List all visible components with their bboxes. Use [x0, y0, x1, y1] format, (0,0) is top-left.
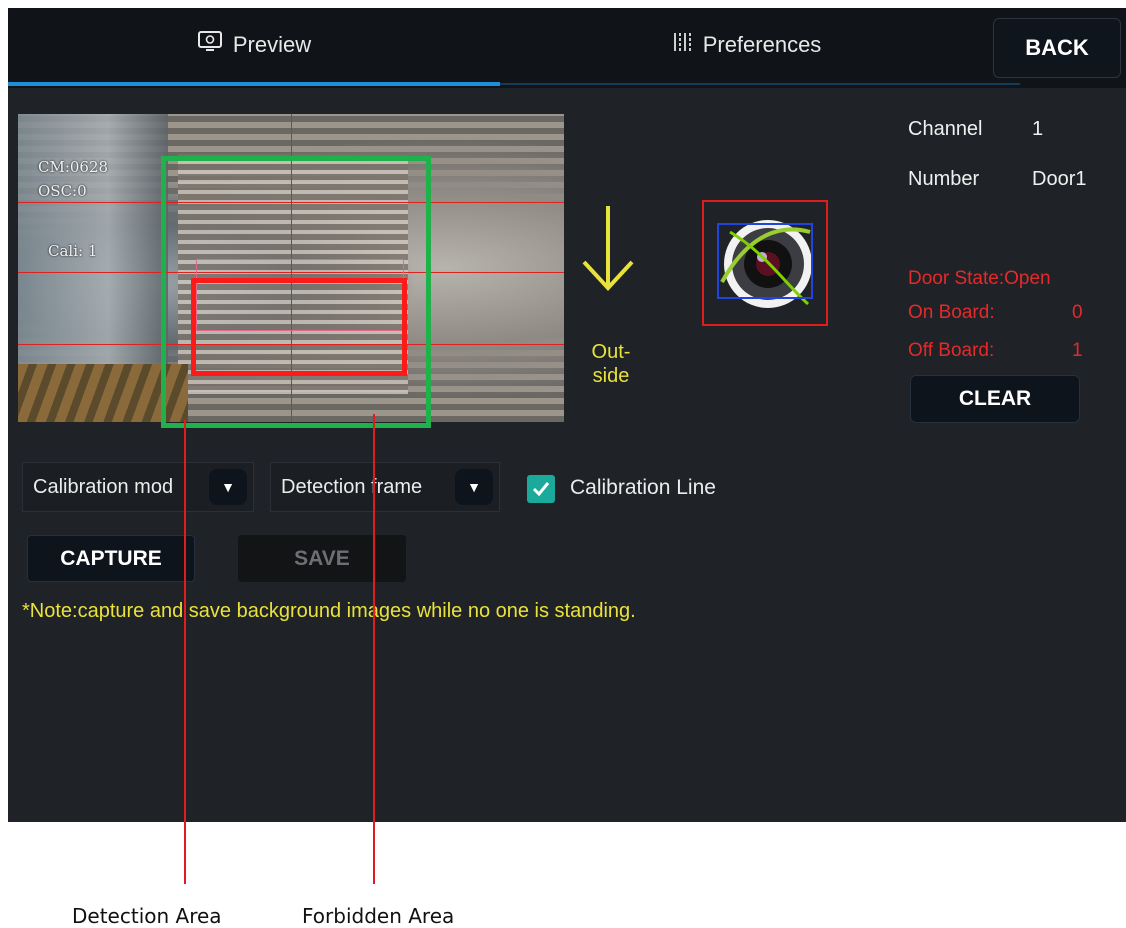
overlay-osc: OSC:0 [38, 182, 87, 200]
forbidden-area-frame[interactable] [191, 278, 407, 376]
forbidden-area-caption: Forbidden Area [302, 904, 455, 928]
calibration-line-checkbox[interactable] [527, 475, 555, 503]
logo-detection-box [717, 223, 813, 299]
tab-divider [500, 83, 1020, 85]
active-tab-indicator [8, 82, 500, 86]
detection-area-callout-line [184, 420, 186, 884]
chevron-down-icon[interactable]: ▼ [455, 469, 493, 505]
calibration-mode-value: Calibration mod [33, 475, 174, 498]
direction-label-line2: side [592, 365, 630, 387]
sliders-icon [671, 31, 693, 59]
channel-value: 1 [1032, 118, 1044, 140]
capture-note: *Note:capture and save background images… [22, 600, 636, 622]
number-value: Door1 [1032, 168, 1087, 190]
direction-label: Out- side [586, 340, 636, 388]
tab-preferences-label: Preferences [702, 32, 822, 57]
check-icon [532, 482, 550, 497]
tab-preview[interactable]: Preview [8, 8, 500, 82]
off-board-value: 1 [1072, 340, 1083, 361]
overlay-cm: CM:0628 [38, 158, 109, 176]
top-bar: Preview Preferences BACK [8, 8, 1126, 88]
back-button[interactable]: BACK [993, 18, 1121, 78]
calibration-line-label[interactable]: Calibration Line [570, 476, 716, 500]
forbidden-area-callout-line [373, 414, 375, 884]
off-board-label: Off Board: [908, 340, 995, 361]
clear-button[interactable]: CLEAR [910, 375, 1080, 423]
detection-frame-value: Detection frame [281, 475, 423, 498]
on-board-value: 0 [1072, 302, 1083, 323]
capture-button[interactable]: CAPTURE [27, 535, 195, 582]
tab-preferences[interactable]: Preferences [500, 8, 992, 82]
monitor-icon [197, 30, 223, 60]
detection-frame-select[interactable]: Detection frame ▼ [270, 462, 500, 512]
overlay-cali: Cali: 1 [48, 242, 98, 260]
number-label: Number [908, 168, 980, 190]
chevron-down-icon[interactable]: ▼ [209, 469, 247, 505]
tab-preview-label: Preview [232, 32, 312, 57]
save-button[interactable]: SAVE [238, 535, 406, 582]
detection-area-caption: Detection Area [72, 904, 222, 928]
door-state: Door State:Open [908, 268, 1051, 289]
calibration-mode-select[interactable]: Calibration mod ▼ [22, 462, 254, 512]
arrow-down-icon [582, 206, 634, 291]
direction-label-line1: Out- [591, 341, 631, 363]
channel-label: Channel [908, 118, 983, 140]
app-window: Preview Preferences BACK CM:0628 OSC:0 C… [8, 8, 1126, 822]
on-board-label: On Board: [908, 302, 995, 323]
